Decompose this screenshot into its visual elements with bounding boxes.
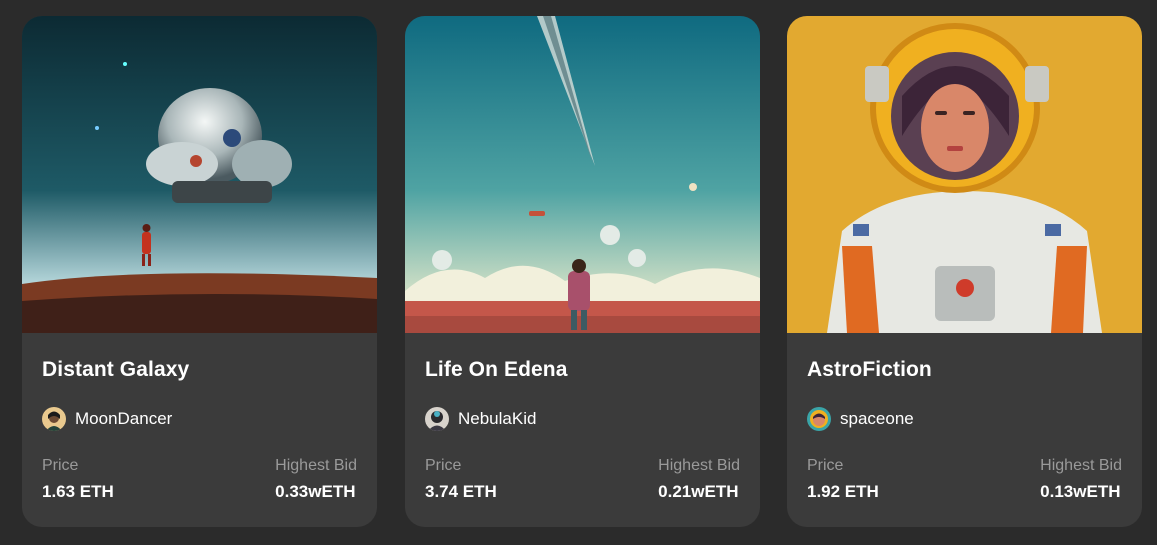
avatar [807, 407, 831, 431]
highest-bid-value: 0.33wETH [275, 482, 356, 501]
price-value: 1.63 ETH [42, 482, 114, 501]
highest-bid-value: 0.13wETH [1040, 482, 1121, 501]
nft-card-distant-galaxy[interactable]: Distant Galaxy MoonDancer Price 1.63 ETH [22, 16, 377, 527]
highest-bid-label: Highest Bid [1040, 457, 1122, 474]
price-label: Price [807, 457, 844, 474]
highest-bid-value: 0.21wETH [658, 482, 739, 501]
price-value: 1.92 ETH [807, 482, 879, 501]
artist-row[interactable]: spaceone [807, 407, 914, 431]
nft-card-astrofiction[interactable]: AstroFiction spaceone Price 1.92 ETH Hig… [787, 16, 1142, 527]
nft-card-life-on-edena[interactable]: Life On Edena NebulaKid Price 3.74 ETH H… [405, 16, 760, 527]
highest-bid-label: Highest Bid [275, 457, 357, 474]
artist-name: spaceone [840, 409, 914, 428]
card-title[interactable]: Distant Galaxy [42, 358, 189, 382]
highest-bid-block: Highest Bid 0.13wETH [1040, 456, 1122, 502]
price-block: Price 3.74 ETH [425, 456, 497, 502]
artist-name: NebulaKid [458, 409, 537, 428]
artwork-image[interactable] [405, 16, 760, 333]
card-title[interactable]: Life On Edena [425, 358, 568, 382]
highest-bid-block: Highest Bid 0.21wETH [658, 456, 740, 502]
price-label: Price [425, 457, 462, 474]
price-value: 3.74 ETH [425, 482, 497, 501]
artist-name: MoonDancer [75, 409, 173, 428]
price-label: Price [42, 457, 79, 474]
price-block: Price 1.63 ETH [42, 456, 114, 502]
avatar [42, 407, 66, 431]
artist-row[interactable]: NebulaKid [425, 407, 536, 431]
nft-card-grid: Distant Galaxy MoonDancer Price 1.63 ETH [0, 0, 1157, 545]
price-block: Price 1.92 ETH [807, 456, 879, 502]
artist-row[interactable]: MoonDancer [42, 407, 172, 431]
highest-bid-label: Highest Bid [658, 457, 740, 474]
avatar [425, 407, 449, 431]
highest-bid-block: Highest Bid 0.33wETH [275, 456, 357, 502]
card-title[interactable]: AstroFiction [807, 358, 932, 382]
artwork-image[interactable] [22, 16, 377, 333]
artwork-image[interactable] [787, 16, 1142, 333]
